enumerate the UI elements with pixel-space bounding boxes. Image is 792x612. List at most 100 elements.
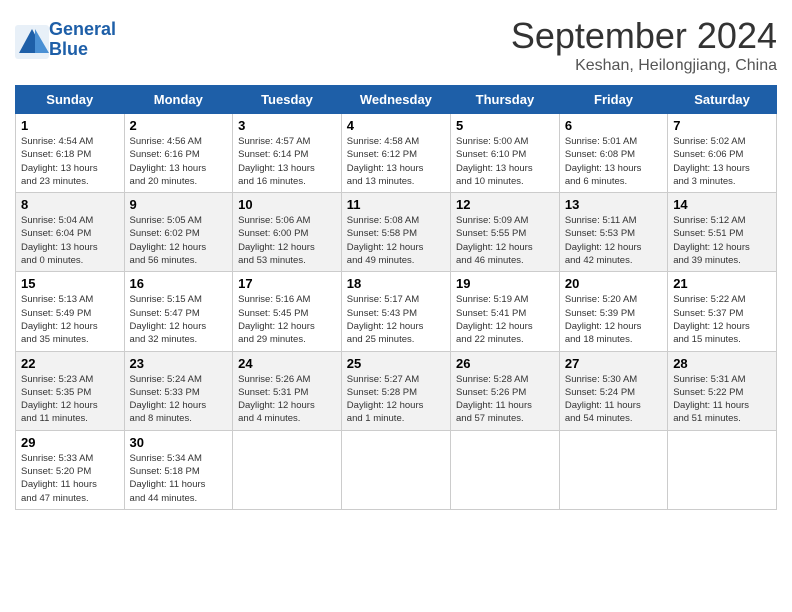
day-info: Sunrise: 5:28 AM Sunset: 5:26 PM Dayligh… — [456, 373, 554, 426]
day-number: 28 — [673, 356, 771, 371]
logo-text: General Blue — [49, 20, 116, 60]
day-info: Sunrise: 5:12 AM Sunset: 5:51 PM Dayligh… — [673, 214, 771, 267]
calendar-cell: 4 Sunrise: 4:58 AM Sunset: 6:12 PM Daylig… — [341, 114, 450, 193]
day-number: 23 — [130, 356, 228, 371]
calendar-cell: 20 Sunrise: 5:20 AM Sunset: 5:39 PM Dayli… — [559, 272, 667, 351]
day-number: 14 — [673, 197, 771, 212]
day-number: 19 — [456, 276, 554, 291]
day-info: Sunrise: 5:08 AM Sunset: 5:58 PM Dayligh… — [347, 214, 445, 267]
day-info: Sunrise: 5:24 AM Sunset: 5:33 PM Dayligh… — [130, 373, 228, 426]
day-info: Sunrise: 5:22 AM Sunset: 5:37 PM Dayligh… — [673, 293, 771, 346]
calendar-week-row: 1Sunrise: 4:54 AM Sunset: 6:18 PM Daylig… — [16, 114, 777, 193]
calendar-week-row: 29 Sunrise: 5:33 AM Sunset: 5:20 PM Dayli… — [16, 430, 777, 509]
calendar-cell: 24Sunrise: 5:26 AM Sunset: 5:31 PM Dayli… — [233, 351, 342, 430]
day-number: 2 — [130, 118, 228, 133]
day-number: 20 — [565, 276, 662, 291]
calendar-cell: 9Sunrise: 5:05 AM Sunset: 6:02 PM Daylig… — [124, 193, 233, 272]
day-number: 18 — [347, 276, 445, 291]
calendar-week-row: 22 Sunrise: 5:23 AM Sunset: 5:35 PM Dayli… — [16, 351, 777, 430]
day-info: Sunrise: 5:04 AM Sunset: 6:04 PM Dayligh… — [21, 214, 119, 267]
day-info: Sunrise: 5:06 AM Sunset: 6:00 PM Dayligh… — [238, 214, 336, 267]
day-number: 4 — [347, 118, 445, 133]
day-number: 29 — [21, 435, 119, 450]
calendar-cell: 15 Sunrise: 5:13 AM Sunset: 5:49 PM Dayli… — [16, 272, 125, 351]
day-number: 22 — [21, 356, 119, 371]
column-header-thursday: Thursday — [451, 86, 560, 114]
logo: General Blue — [15, 20, 116, 60]
day-number: 10 — [238, 197, 336, 212]
day-info: Sunrise: 5:15 AM Sunset: 5:47 PM Dayligh… — [130, 293, 228, 346]
calendar-cell: 28 Sunrise: 5:31 AM Sunset: 5:22 PM Dayli… — [668, 351, 777, 430]
day-info: Sunrise: 5:31 AM Sunset: 5:22 PM Dayligh… — [673, 373, 771, 426]
day-number: 21 — [673, 276, 771, 291]
day-info: Sunrise: 5:01 AM Sunset: 6:08 PM Dayligh… — [565, 135, 662, 188]
calendar-cell — [341, 430, 450, 509]
column-header-wednesday: Wednesday — [341, 86, 450, 114]
calendar-cell: 30Sunrise: 5:34 AM Sunset: 5:18 PM Dayli… — [124, 430, 233, 509]
page-header: General Blue September 2024 Keshan, Heil… — [15, 15, 777, 75]
day-info: Sunrise: 5:23 AM Sunset: 5:35 PM Dayligh… — [21, 373, 119, 426]
day-info: Sunrise: 4:57 AM Sunset: 6:14 PM Dayligh… — [238, 135, 336, 188]
calendar-cell: 2 Sunrise: 4:56 AM Sunset: 6:16 PM Daylig… — [124, 114, 233, 193]
day-number: 11 — [347, 197, 445, 212]
month-title: September 2024 — [511, 15, 777, 57]
calendar-cell: 18 Sunrise: 5:17 AM Sunset: 5:43 PM Dayli… — [341, 272, 450, 351]
day-info: Sunrise: 5:19 AM Sunset: 5:41 PM Dayligh… — [456, 293, 554, 346]
day-info: Sunrise: 5:27 AM Sunset: 5:28 PM Dayligh… — [347, 373, 445, 426]
day-number: 27 — [565, 356, 662, 371]
calendar-cell: 21 Sunrise: 5:22 AM Sunset: 5:37 PM Dayli… — [668, 272, 777, 351]
calendar-cell: 6 Sunrise: 5:01 AM Sunset: 6:08 PM Daylig… — [559, 114, 667, 193]
day-number: 15 — [21, 276, 119, 291]
calendar-cell: 3 Sunrise: 4:57 AM Sunset: 6:14 PM Daylig… — [233, 114, 342, 193]
location-title: Keshan, Heilongjiang, China — [511, 57, 777, 75]
calendar-cell: 29 Sunrise: 5:33 AM Sunset: 5:20 PM Dayli… — [16, 430, 125, 509]
calendar-week-row: 8Sunrise: 5:04 AM Sunset: 6:04 PM Daylig… — [16, 193, 777, 272]
calendar-cell: 27 Sunrise: 5:30 AM Sunset: 5:24 PM Dayli… — [559, 351, 667, 430]
day-number: 26 — [456, 356, 554, 371]
day-info: Sunrise: 5:11 AM Sunset: 5:53 PM Dayligh… — [565, 214, 662, 267]
day-number: 24 — [238, 356, 336, 371]
calendar-cell — [451, 430, 560, 509]
day-number: 6 — [565, 118, 662, 133]
calendar-cell: 11 Sunrise: 5:08 AM Sunset: 5:58 PM Dayli… — [341, 193, 450, 272]
day-info: Sunrise: 5:33 AM Sunset: 5:20 PM Dayligh… — [21, 452, 119, 505]
column-header-monday: Monday — [124, 86, 233, 114]
day-number: 7 — [673, 118, 771, 133]
calendar-cell: 23 Sunrise: 5:24 AM Sunset: 5:33 PM Dayli… — [124, 351, 233, 430]
day-info: Sunrise: 4:58 AM Sunset: 6:12 PM Dayligh… — [347, 135, 445, 188]
logo-icon — [15, 25, 45, 55]
calendar-cell — [668, 430, 777, 509]
day-number: 12 — [456, 197, 554, 212]
calendar-cell: 8Sunrise: 5:04 AM Sunset: 6:04 PM Daylig… — [16, 193, 125, 272]
day-info: Sunrise: 5:05 AM Sunset: 6:02 PM Dayligh… — [130, 214, 228, 267]
calendar-header-row: SundayMondayTuesdayWednesdayThursdayFrid… — [16, 86, 777, 114]
column-header-friday: Friday — [559, 86, 667, 114]
calendar-cell: 19 Sunrise: 5:19 AM Sunset: 5:41 PM Dayli… — [451, 272, 560, 351]
day-number: 13 — [565, 197, 662, 212]
calendar-cell: 25 Sunrise: 5:27 AM Sunset: 5:28 PM Dayli… — [341, 351, 450, 430]
day-info: Sunrise: 5:34 AM Sunset: 5:18 PM Dayligh… — [130, 452, 228, 505]
calendar-table: SundayMondayTuesdayWednesdayThursdayFrid… — [15, 85, 777, 510]
day-info: Sunrise: 5:30 AM Sunset: 5:24 PM Dayligh… — [565, 373, 662, 426]
day-number: 5 — [456, 118, 554, 133]
calendar-cell: 10 Sunrise: 5:06 AM Sunset: 6:00 PM Dayli… — [233, 193, 342, 272]
day-number: 3 — [238, 118, 336, 133]
calendar-cell: 1Sunrise: 4:54 AM Sunset: 6:18 PM Daylig… — [16, 114, 125, 193]
calendar-cell: 12Sunrise: 5:09 AM Sunset: 5:55 PM Dayli… — [451, 193, 560, 272]
column-header-tuesday: Tuesday — [233, 86, 342, 114]
title-block: September 2024 Keshan, Heilongjiang, Chi… — [511, 15, 777, 75]
day-info: Sunrise: 4:56 AM Sunset: 6:16 PM Dayligh… — [130, 135, 228, 188]
calendar-cell — [233, 430, 342, 509]
day-number: 1 — [21, 118, 119, 133]
day-info: Sunrise: 5:13 AM Sunset: 5:49 PM Dayligh… — [21, 293, 119, 346]
column-header-sunday: Sunday — [16, 86, 125, 114]
day-number: 16 — [130, 276, 228, 291]
calendar-cell: 14 Sunrise: 5:12 AM Sunset: 5:51 PM Dayli… — [668, 193, 777, 272]
day-info: Sunrise: 5:20 AM Sunset: 5:39 PM Dayligh… — [565, 293, 662, 346]
day-number: 25 — [347, 356, 445, 371]
calendar-cell: 17 Sunrise: 5:16 AM Sunset: 5:45 PM Dayli… — [233, 272, 342, 351]
day-info: Sunrise: 5:00 AM Sunset: 6:10 PM Dayligh… — [456, 135, 554, 188]
day-number: 17 — [238, 276, 336, 291]
day-info: Sunrise: 5:17 AM Sunset: 5:43 PM Dayligh… — [347, 293, 445, 346]
day-info: Sunrise: 5:16 AM Sunset: 5:45 PM Dayligh… — [238, 293, 336, 346]
